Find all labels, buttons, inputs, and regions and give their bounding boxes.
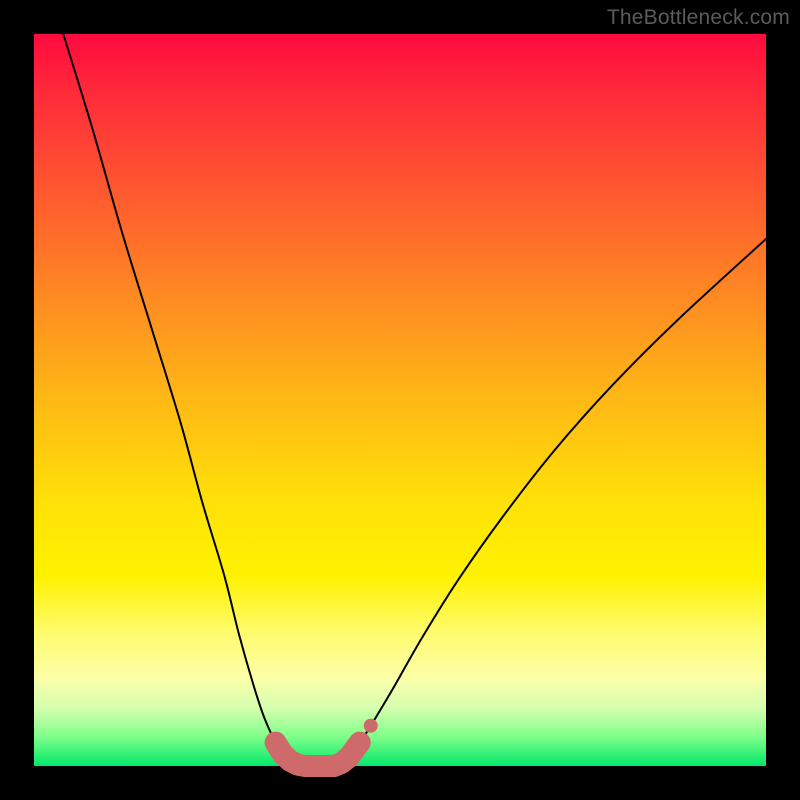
series-right-branch <box>334 239 766 766</box>
marker-isolated <box>364 719 378 733</box>
watermark-text: TheBottleneck.com <box>607 6 790 30</box>
marker-cluster <box>276 743 360 766</box>
outer-frame: TheBottleneck.com <box>0 0 800 800</box>
plot-area <box>34 34 766 766</box>
series-left-branch <box>63 34 305 766</box>
curve-layer <box>34 34 766 766</box>
